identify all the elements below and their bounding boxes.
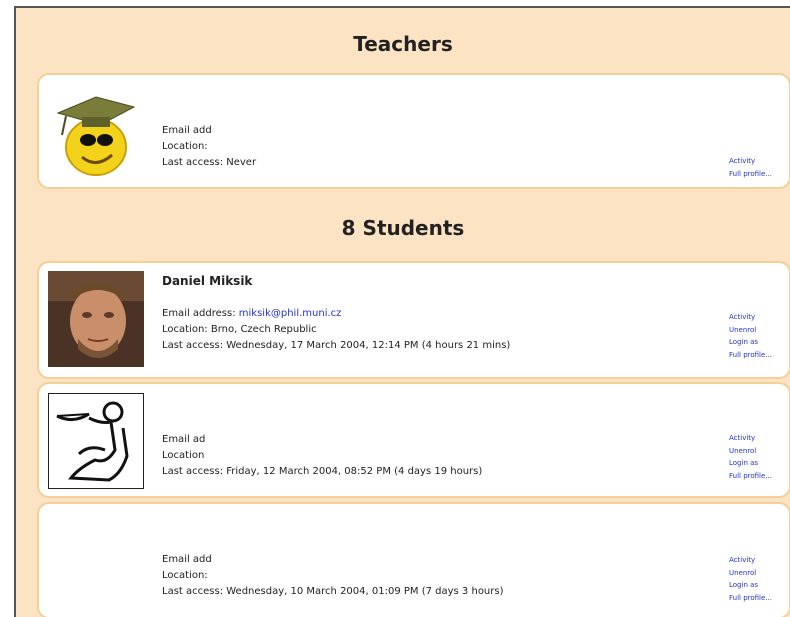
student-links: Activity Unenrol Login as Full profile..… — [729, 432, 781, 482]
unenrol-link[interactable]: Unenrol — [729, 445, 781, 458]
sketch-avatar — [48, 393, 144, 489]
activity-link[interactable]: Activity — [729, 432, 781, 445]
last-access-text: Last access: Never — [162, 157, 257, 168]
full-profile-link[interactable]: Full profile... — [729, 168, 781, 181]
student-photo — [48, 271, 144, 367]
full-profile-link[interactable]: Full profile... — [729, 592, 781, 605]
student-card: Email ad Location Last access: Friday, 1… — [37, 382, 790, 498]
teachers-heading: Teachers — [353, 32, 453, 56]
last-access-text: Last access: Wednesday, 10 March 2004, 0… — [162, 586, 504, 597]
teacher-links: Activity Full profile... — [729, 155, 781, 180]
unenrol-link[interactable]: Unenrol — [729, 324, 781, 337]
student-card: Daniel Miksik Email address: miksik@phil… — [37, 261, 790, 379]
student-info: Email add Location: Last access: Wednesd… — [162, 552, 504, 600]
login-as-link[interactable]: Login as — [729, 579, 781, 592]
student-links: Activity Unenrol Login as Full profile..… — [729, 311, 781, 361]
email-text: Email add — [162, 125, 212, 136]
login-as-link[interactable]: Login as — [729, 336, 781, 349]
student-info: Daniel Miksik Email address: miksik@phil… — [162, 273, 510, 354]
email-label: Email address: — [162, 308, 239, 319]
location-text: Location — [162, 450, 205, 461]
login-as-link[interactable]: Login as — [729, 457, 781, 470]
student-info: Email ad Location Last access: Friday, 1… — [162, 432, 482, 480]
activity-link[interactable]: Activity — [729, 311, 781, 324]
email-text: Email ad — [162, 434, 206, 445]
location-text: Location: — [162, 141, 208, 152]
teacher-info: Email add Location: Last access: Never — [162, 123, 256, 171]
last-access-text: Last access: Wednesday, 17 March 2004, 1… — [162, 340, 511, 351]
unenrol-link[interactable]: Unenrol — [729, 567, 781, 580]
teacher-card: Email add Location: Last access: Never A… — [37, 73, 790, 189]
email-row: Email address: miksik@phil.muni.cz — [162, 306, 510, 322]
location-text: Location: Brno, Czech Republic — [162, 324, 317, 335]
participants-panel: Teachers Email add Location: Last access… — [14, 6, 790, 617]
activity-link[interactable]: Activity — [729, 554, 781, 567]
activity-link[interactable]: Activity — [729, 155, 781, 168]
full-profile-link[interactable]: Full profile... — [729, 470, 781, 483]
student-card: Email add Location: Last access: Wednesd… — [37, 502, 790, 617]
student-links: Activity Unenrol Login as Full profile..… — [729, 554, 781, 604]
last-access-text: Last access: Friday, 12 March 2004, 08:5… — [162, 466, 483, 477]
email-link[interactable]: miksik@phil.muni.cz — [239, 308, 342, 319]
students-heading: 8 Students — [341, 216, 465, 240]
full-profile-link[interactable]: Full profile... — [729, 349, 781, 362]
location-text: Location: — [162, 570, 208, 581]
student-name: Daniel Miksik — [162, 274, 253, 288]
email-text: Email add — [162, 554, 212, 565]
smiley-graduate-avatar — [48, 85, 144, 181]
